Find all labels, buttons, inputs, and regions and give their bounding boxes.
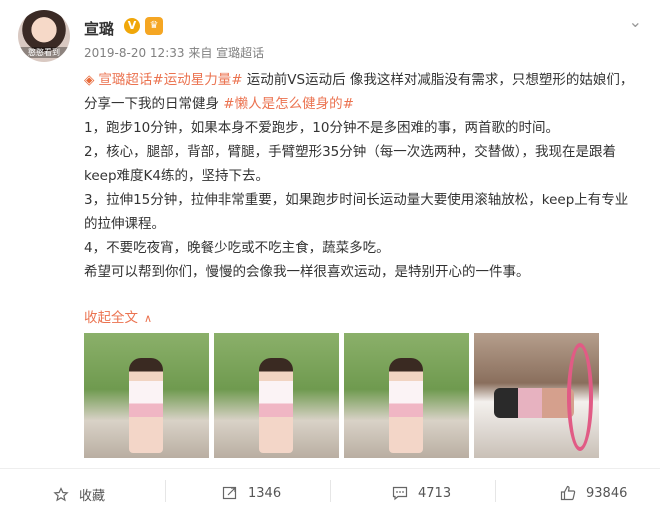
verified-badge-icon: V bbox=[124, 18, 140, 34]
topic-link-sport[interactable]: #运动星力量# bbox=[152, 72, 242, 88]
star-icon bbox=[53, 486, 71, 503]
person-figure bbox=[389, 358, 423, 453]
topic-link-super[interactable]: 宣璐超话 bbox=[98, 72, 152, 88]
chevron-down-icon[interactable]: ⌄ bbox=[629, 12, 642, 31]
fitness-ring bbox=[567, 343, 593, 451]
content-line-5: 希望可以帮到你们，慢慢的会像我一样很喜欢运动，是特别开心的一件事。 bbox=[84, 264, 530, 280]
avatar[interactable]: 憨憨看到 bbox=[18, 10, 70, 62]
content-line-4: 4，不要吃夜宵，晚餐少吃或不吃主食，蔬菜多吃。 bbox=[84, 240, 390, 256]
favorite-button[interactable]: 收藏 bbox=[53, 485, 105, 504]
comment-button[interactable]: 4713 bbox=[392, 485, 451, 501]
comment-icon bbox=[392, 485, 410, 501]
post-time[interactable]: 2019-8-20 12:33 bbox=[84, 46, 185, 60]
person-figure bbox=[129, 358, 163, 453]
topic-link-lazy[interactable]: #懒人是怎么健身的# bbox=[223, 96, 354, 112]
repost-count: 1346 bbox=[248, 485, 282, 501]
avatar-watermark: 憨憨看到 bbox=[18, 47, 70, 58]
photo-thumbnail[interactable] bbox=[344, 333, 469, 458]
content-line-1: 1，跑步10分钟，如果本身不爱跑步，10分钟不是多困难的事，两首歌的时间。 bbox=[84, 120, 559, 136]
comment-count: 4713 bbox=[418, 485, 452, 501]
action-separator bbox=[495, 480, 496, 502]
action-separator bbox=[165, 480, 166, 502]
person-figure bbox=[259, 358, 293, 453]
like-count: 93846 bbox=[586, 485, 628, 501]
divider bbox=[0, 468, 660, 469]
photo-thumbnail[interactable] bbox=[474, 333, 599, 458]
photo-thumbnail[interactable] bbox=[84, 333, 209, 458]
thumbs-up-icon bbox=[560, 485, 578, 501]
like-button[interactable]: 93846 bbox=[560, 485, 627, 501]
repost-button[interactable]: 1346 bbox=[222, 485, 281, 501]
post-source[interactable]: 宣璐超话 bbox=[216, 46, 264, 60]
from-label: 来自 bbox=[188, 46, 213, 60]
chevron-up-icon: ∧ bbox=[144, 312, 153, 325]
repost-icon bbox=[222, 485, 240, 501]
photo-thumbnail[interactable] bbox=[214, 333, 339, 458]
username[interactable]: 宣璐 bbox=[84, 18, 114, 39]
diamond-icon: ◈ bbox=[84, 72, 95, 88]
collapse-label: 收起全文 bbox=[84, 310, 138, 326]
post-meta: 2019-8-20 12:33 来自 宣璐超话 bbox=[84, 44, 264, 61]
post-content: ◈ 宣璐超话#运动星力量# 运动前VS运动后 像我这样对减脂没有需求，只想塑形的姑… bbox=[84, 68, 640, 284]
member-crown-icon: ♛ bbox=[145, 17, 163, 35]
person-figure bbox=[494, 388, 574, 418]
action-separator bbox=[330, 480, 331, 502]
favorite-label: 收藏 bbox=[79, 489, 106, 504]
content-paragraph: ◈ 宣璐超话#运动星力量# 运动前VS运动后 像我这样对减脂没有需求，只想塑形的姑… bbox=[84, 68, 640, 116]
content-line-3: 3，拉伸15分钟，拉伸非常重要，如果跑步时间长运动量大要使用滚轴放松，keep上… bbox=[84, 192, 629, 232]
content-line-2: 2，核心，腿部，背部，臂腿，手臂塑形35分钟（每一次选两种，交替做），我现在是跟… bbox=[84, 144, 617, 184]
collapse-button[interactable]: 收起全文 ∧ bbox=[84, 306, 152, 326]
